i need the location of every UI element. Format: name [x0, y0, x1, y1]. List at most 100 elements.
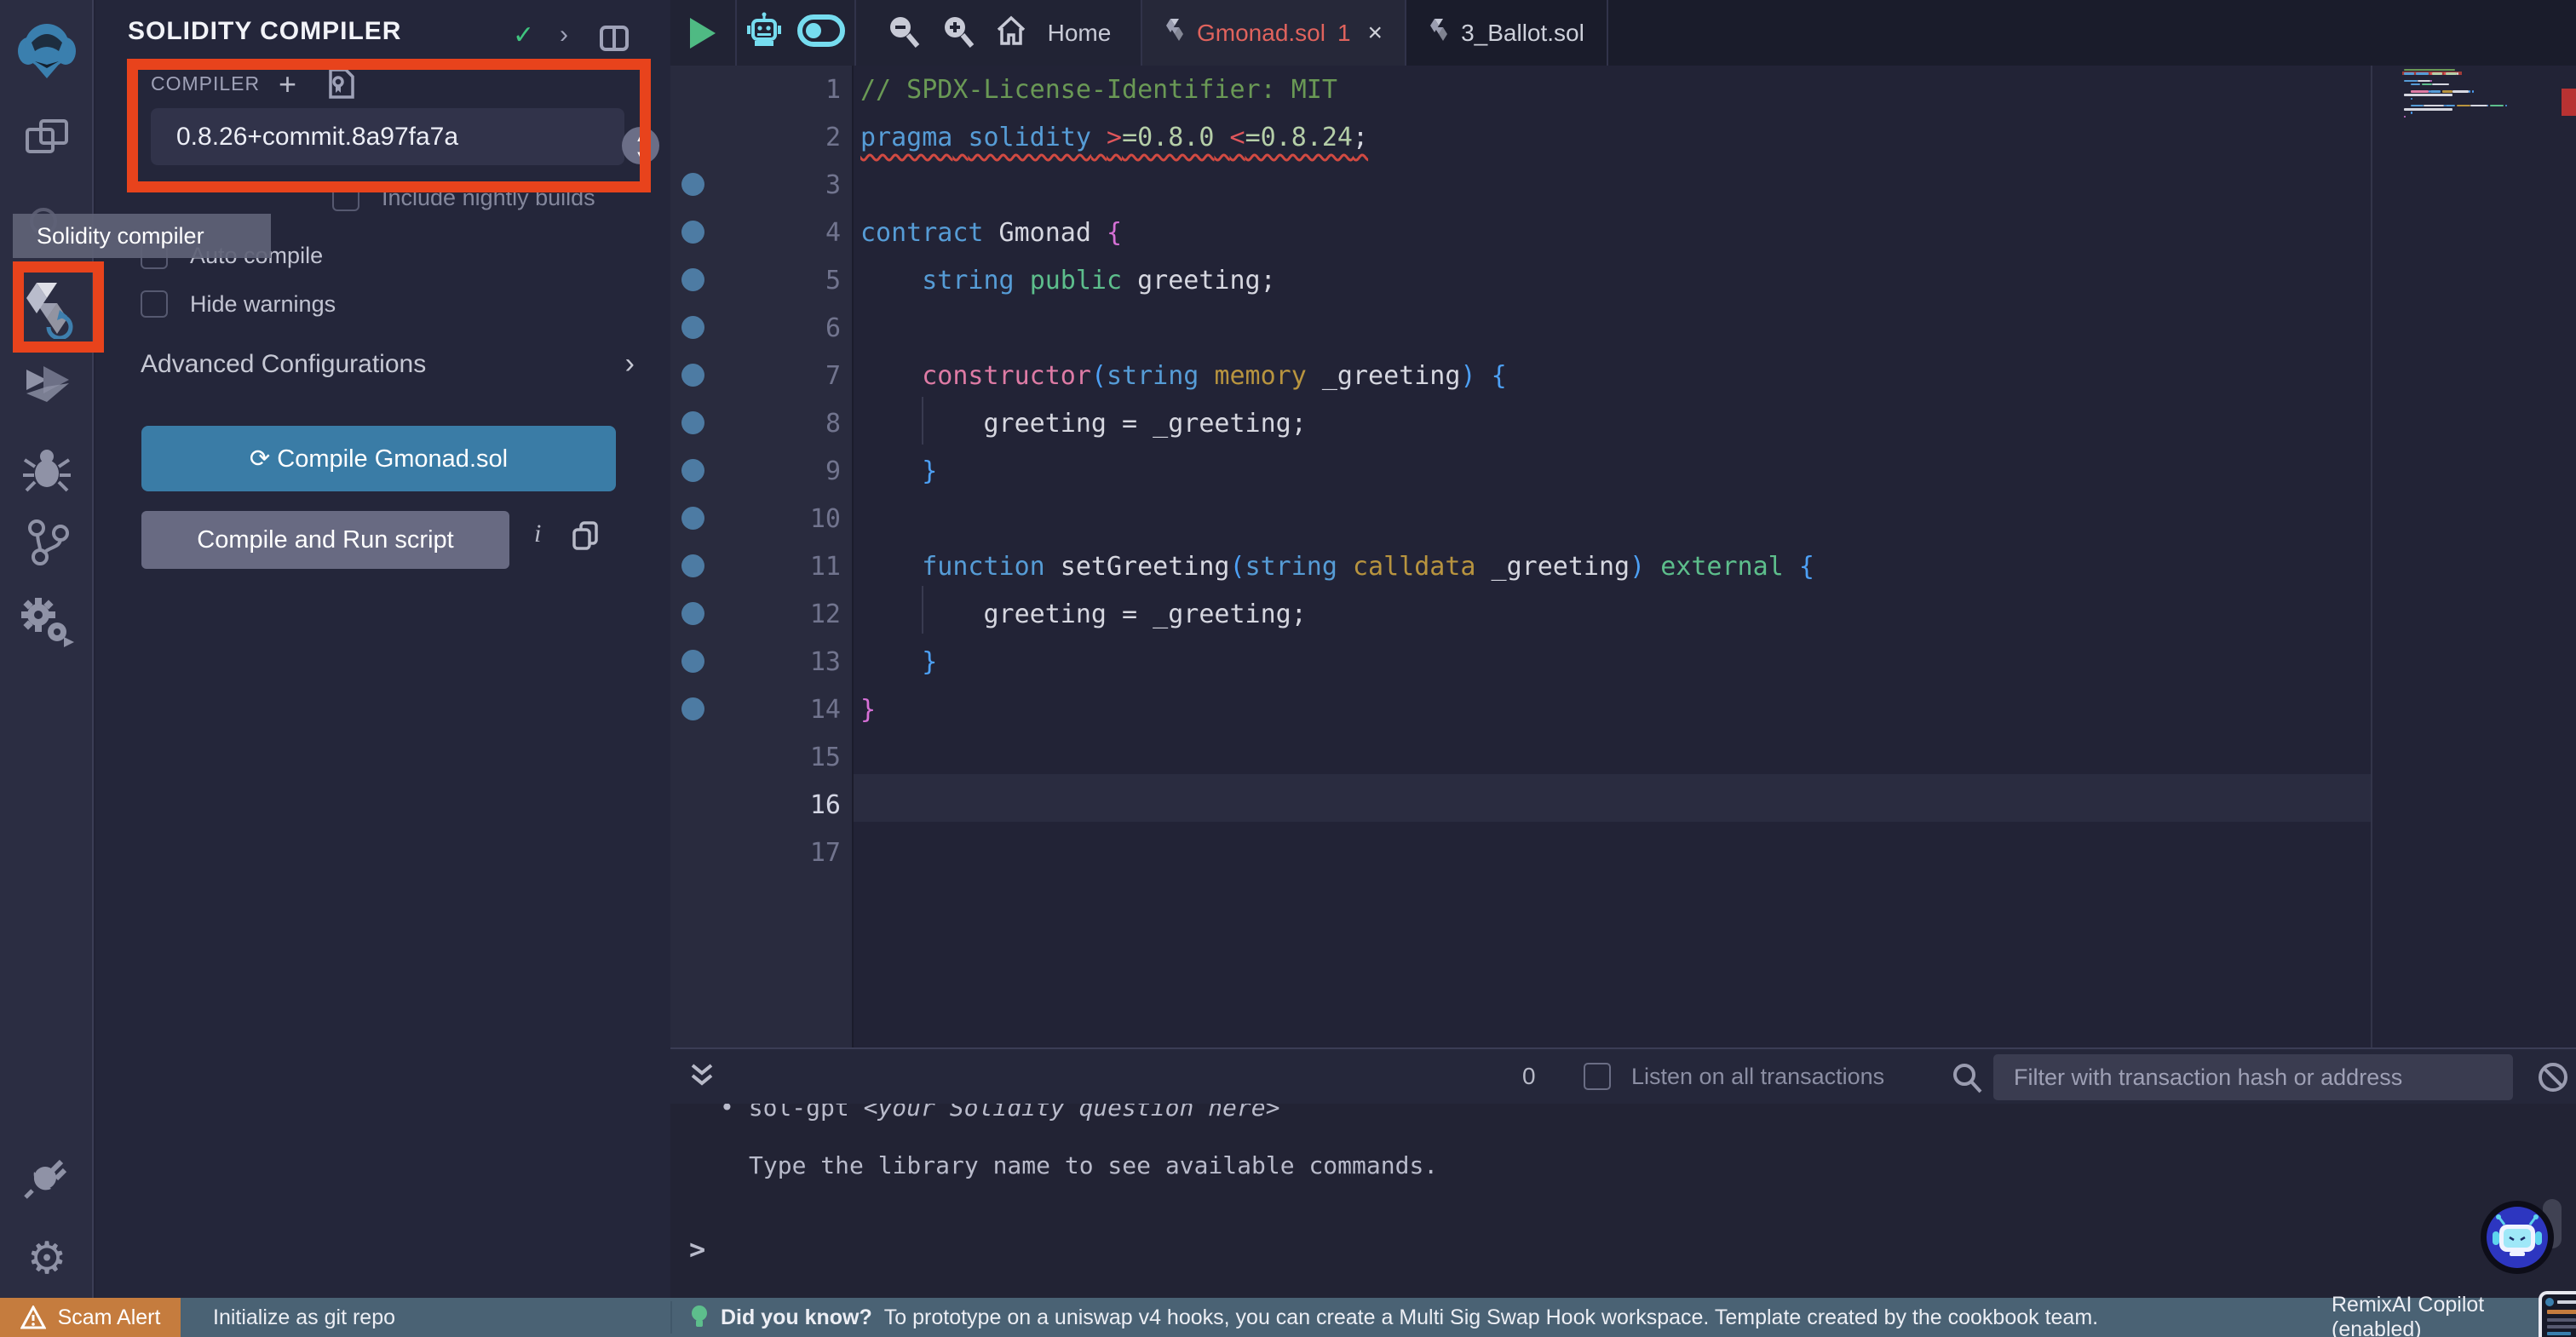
terminal-search-icon[interactable]: [1950, 1061, 1984, 1099]
solidity-unit-testing-icon[interactable]: [0, 596, 94, 651]
tip-text: To prototype on a uniswap v4 hooks, you …: [883, 1305, 2099, 1329]
gutter-dot[interactable]: [681, 173, 704, 196]
gutter-dot[interactable]: [681, 507, 704, 530]
line-number: 12: [809, 599, 841, 629]
indent-guide: [922, 586, 923, 634]
remix-logo-icon[interactable]: [0, 17, 94, 86]
scrollbar-error-marker: [2562, 89, 2576, 116]
home-tab-label[interactable]: Home: [1048, 20, 1112, 47]
line-number: 13: [809, 646, 841, 677]
solidity-compiler-panel: SOLIDITY COMPILER ✓ › COMPILER + 0.8.26+…: [95, 0, 670, 1298]
error-count-badge: 1: [1337, 19, 1351, 46]
scam-alert-badge[interactable]: Scam Alert: [0, 1298, 181, 1337]
tab-strip: Gmonad.sol 1 × 3_Ballot.sol: [1142, 0, 1608, 66]
line-number: 6: [825, 313, 841, 343]
git-icon[interactable]: [0, 518, 94, 571]
gutter-dot[interactable]: [681, 221, 704, 244]
gutter-dot[interactable]: [681, 459, 704, 482]
line-number: 5: [825, 265, 841, 296]
deploy-run-icon[interactable]: [0, 364, 94, 413]
gutter-dot[interactable]: [681, 650, 704, 673]
expand-chevron-icon: ›: [624, 347, 635, 380]
gutter-dot[interactable]: [681, 268, 704, 291]
line-number: 11: [809, 551, 841, 582]
settings-icon[interactable]: ⚙: [0, 1233, 94, 1284]
lightbulb-icon: [692, 1305, 707, 1327]
gutter-dot[interactable]: [681, 364, 704, 387]
code-line-4: contract Gmonad {: [860, 217, 1123, 248]
line-number: 17: [809, 837, 841, 868]
advanced-configurations-row[interactable]: Advanced Configurations ›: [141, 347, 635, 381]
code-line-2: pragma solidity >=0.8.0 <=0.8.24;: [860, 122, 1369, 152]
listen-all-transactions-checkbox[interactable]: [1584, 1063, 1611, 1090]
line-number: 8: [825, 408, 841, 439]
listen-all-transactions-label: Listen on all transactions: [1631, 1064, 1885, 1089]
advanced-configurations-label: Advanced Configurations: [141, 349, 427, 378]
clear-console-icon[interactable]: [2536, 1060, 2570, 1099]
zoom-in-icon[interactable]: [940, 14, 975, 52]
copy-icon[interactable]: [572, 521, 598, 554]
code-line-8: greeting = _greeting;: [860, 408, 1307, 439]
code-line-12: greeting = _greeting;: [860, 599, 1307, 629]
line-number: 3: [825, 169, 841, 200]
screen-preview-thumbnail[interactable]: [2539, 1291, 2576, 1337]
warning-icon: [20, 1305, 46, 1329]
debugger-icon[interactable]: [0, 446, 94, 496]
remixai-assistant-button[interactable]: [2479, 1199, 2556, 1276]
status-bar: Scam Alert Initialize as git repo Did yo…: [0, 1293, 2576, 1337]
solidity-compiler-tooltip: Solidity compiler: [13, 214, 271, 258]
gutter-dot[interactable]: [681, 602, 704, 625]
collapse-terminal-icon[interactable]: [689, 1060, 715, 1093]
info-icon[interactable]: i: [534, 519, 541, 548]
code-editor[interactable]: 1 2 3 4 5 6 7 8 9 10 11 12 13 14 15 16 17 // SPDX-Licens…: [670, 66, 2576, 1047]
terminal-output[interactable]: • sol-gpt <your Solidity question here> T…: [670, 1104, 2576, 1298]
gutter-dot[interactable]: [681, 697, 704, 720]
init-git-repo-button[interactable]: Initialize as git repo: [213, 1305, 395, 1330]
pin-panel-icon[interactable]: [600, 26, 629, 58]
line-number: 15: [809, 742, 841, 772]
activity-bar: ⚙: [0, 0, 94, 1337]
code-line-14: }: [860, 694, 877, 725]
minimap[interactable]: [2402, 66, 2552, 202]
annotation-box-compiler: [127, 59, 651, 192]
terminal-line: Type the library name to see available c…: [749, 1151, 1439, 1179]
gutter-dot[interactable]: [681, 411, 704, 434]
code-line-7: constructor(string memory _greeting) {: [922, 360, 1507, 391]
terminal-line: • sol-gpt <your Solidity question here>: [720, 1104, 1280, 1122]
run-script-button[interactable]: [670, 0, 737, 66]
line-number: 7: [825, 360, 841, 391]
tab-Gmonad.sol[interactable]: Gmonad.sol 1 ×: [1142, 0, 1407, 66]
home-icon[interactable]: [995, 14, 1027, 51]
hide-warnings-checkbox[interactable]: [141, 290, 168, 318]
line-number: 14: [809, 694, 841, 725]
zoom-out-icon[interactable]: [886, 14, 920, 52]
zoom-home-cell: Home: [856, 0, 1142, 66]
copilot-toggle-icon[interactable]: [797, 14, 845, 51]
plugin-manager-icon[interactable]: [0, 1151, 94, 1205]
gutter-dot[interactable]: [681, 316, 704, 339]
compile-button[interactable]: ⟳ Compile Gmonad.sol: [141, 426, 616, 491]
file-explorer-icon[interactable]: [0, 114, 94, 168]
tab-3_Ballot.sol[interactable]: 3_Ballot.sol: [1406, 0, 1608, 66]
line-number: 1: [825, 74, 841, 105]
transaction-filter-input[interactable]: [1993, 1054, 2513, 1100]
editor-topbar: Home Gmonad.sol 1 × 3_Ballot.sol: [670, 0, 2576, 66]
solidity-file-icon: [1164, 18, 1185, 48]
line-number: 2: [825, 122, 841, 152]
compile-and-run-button[interactable]: Compile and Run script: [141, 511, 509, 569]
terminal-toolbar: 0 Listen on all transactions: [670, 1047, 2576, 1104]
did-you-know-tip: Did you know? To prototype on a uniswap …: [690, 1304, 2098, 1331]
solidity-file-icon: [1429, 18, 1449, 48]
editor-minimap-divider: [2371, 66, 2372, 1047]
line-number: 9: [825, 456, 841, 486]
refresh-icon: ⟳: [249, 445, 278, 473]
remixai-robot-icon[interactable]: [746, 12, 782, 54]
terminal-prompt[interactable]: >: [689, 1233, 705, 1265]
gutter-dot[interactable]: [681, 554, 704, 577]
panel-forward-chevron-icon[interactable]: ›: [560, 20, 568, 49]
code-line-5: string public greeting;: [922, 265, 1276, 296]
close-tab-icon[interactable]: ×: [1368, 19, 1383, 48]
panel-title: SOLIDITY COMPILER: [128, 17, 402, 45]
status-divider: [670, 1301, 672, 1334]
ai-toggle-cell: [737, 0, 856, 66]
